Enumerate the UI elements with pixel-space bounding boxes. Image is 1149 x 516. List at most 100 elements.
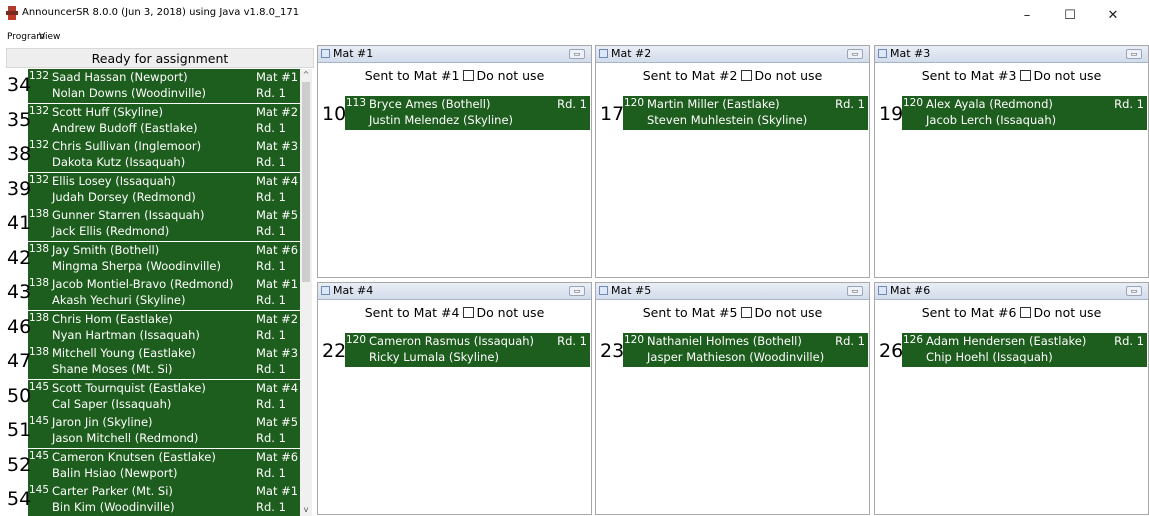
wrestler-top: Chris Sullivan (Inglemoor) (52, 139, 202, 153)
queue-row[interactable]: 50 145 Scott Tournquist (Eastlake) Cal Sape… (6, 379, 306, 414)
minimize-icon[interactable]: ▭ (569, 49, 585, 59)
wrestler-bottom: Bin Kim (Woodinville) (52, 500, 175, 514)
do-not-use-checkbox[interactable] (1020, 70, 1032, 81)
mat-title-bar[interactable]: Mat #1 ▭ (318, 46, 591, 63)
queue-scrollbar[interactable]: ^ v (300, 69, 312, 516)
window-icon (599, 286, 608, 295)
queue-row[interactable]: 46 138 Chris Hom (Eastlake) Nyan Hartman (I… (6, 310, 306, 345)
minimize-icon[interactable]: ▭ (569, 286, 585, 296)
queue-row[interactable]: 39 132 Ellis Losey (Issaquah) Judah Dorsey … (6, 172, 306, 207)
mat-panel-3: Mat #3 ▭ Sent to Mat #3 Do not use 19 120 Alex… (874, 45, 1149, 278)
current-bout[interactable]: 22 120 Cameron Rasmus (Issaquah) Ricky Luma… (321, 333, 590, 367)
queue-row[interactable]: 34 132 Saad Hassan (Newport) Nolan Downs (W… (6, 69, 306, 103)
assigned-mat: Mat #1 (256, 484, 299, 498)
mat-title-bar[interactable]: Mat #6 ▭ (875, 283, 1148, 300)
mat-status: Sent to Mat #6 (921, 305, 1017, 320)
mat-status: Sent to Mat #2 (642, 68, 738, 83)
weight-class: 126 (903, 334, 924, 346)
wrestler-bottom: Jason Mitchell (Redmond) (52, 431, 199, 445)
wrestler-bottom: Ricky Lumala (Skyline) (369, 350, 499, 364)
do-not-use-checkbox[interactable] (741, 307, 753, 318)
wrestler-bottom: Andrew Budoff (Eastlake) (52, 120, 198, 135)
do-not-use-checkbox[interactable] (1020, 307, 1032, 318)
wrestler-top: Cameron Knutsen (Eastlake) (52, 449, 216, 464)
do-not-use-label[interactable]: Do not use (1033, 68, 1101, 83)
bout-number: 34 (6, 69, 32, 103)
queue-row[interactable]: 47 138 Mitchell Young (Eastlake) Shane Mose… (6, 345, 306, 379)
round-label: Rd. 1 (256, 120, 286, 135)
queue-list[interactable]: 34 132 Saad Hassan (Newport) Nolan Downs (W… (6, 69, 314, 516)
queue-row[interactable]: 41 138 Gunner Starren (Issaquah) Jack Ellis… (6, 207, 306, 241)
do-not-use-label[interactable]: Do not use (476, 305, 544, 320)
do-not-use-label[interactable]: Do not use (476, 68, 544, 83)
mat-title: Mat #5 (611, 284, 652, 297)
weight-class: 132 (29, 104, 50, 117)
do-not-use-label[interactable]: Do not use (754, 305, 822, 320)
round-label: Rd. 1 (835, 97, 865, 111)
queue-row[interactable]: 42 138 Jay Smith (Bothell) Mingma Sherpa (W… (6, 241, 306, 276)
round-label: Rd. 1 (1114, 97, 1144, 111)
title-bar: AnnouncerSR 8.0.0 (Jun 3, 2018) using Ja… (0, 0, 1149, 30)
scroll-up-arrow[interactable]: ^ (300, 69, 312, 81)
bout-number-text: 43 (7, 281, 32, 303)
assigned-mat: Mat #3 (256, 139, 299, 153)
bout-number: 50 (6, 379, 31, 414)
bout-number-text: 47 (7, 350, 32, 372)
bout-number-text: 34 (7, 74, 32, 96)
close-button[interactable]: ✕ (1096, 4, 1130, 26)
queue-row[interactable]: 54 145 Carter Parker (Mt. Si) Bin Kim (Wood… (6, 483, 306, 516)
round-label: Rd. 1 (256, 327, 286, 342)
wrestler-top: Alex Ayala (Redmond) (926, 97, 1053, 111)
mat-title-bar[interactable]: Mat #3 ▭ (875, 46, 1148, 63)
current-bout[interactable]: 10 113 Bryce Ames (Bothell) Justin Melendez… (321, 96, 590, 130)
wrestler-bottom: Chip Hoehl (Issaquah) (926, 350, 1053, 364)
wrestler-top: Mitchell Young (Eastlake) (52, 346, 196, 360)
do-not-use-checkbox[interactable] (463, 307, 475, 318)
do-not-use-checkbox[interactable] (463, 70, 475, 81)
minimize-icon[interactable]: ▭ (847, 286, 863, 296)
scroll-thumb[interactable] (302, 82, 310, 282)
round-label: Rd. 1 (557, 334, 587, 348)
bout-number: 38 (6, 138, 31, 172)
weight-class: 113 (346, 97, 367, 109)
wrestler-top: Nathaniel Holmes (Bothell) (647, 334, 802, 348)
minimize-icon[interactable]: ▭ (1126, 286, 1142, 296)
do-not-use-checkbox[interactable] (741, 70, 753, 81)
mat-status: Sent to Mat #3 (921, 68, 1017, 83)
weight-class: 145 (29, 449, 50, 462)
bout-number-text: 42 (7, 246, 32, 269)
wrestler-top: Carter Parker (Mt. Si) (52, 484, 173, 498)
mat-panel-4: Mat #4 ▭ Sent to Mat #4 Do not use 22 120 Came… (317, 282, 592, 515)
assigned-mat: Mat #2 (256, 311, 299, 326)
do-not-use-label[interactable]: Do not use (754, 68, 822, 83)
maximize-button[interactable]: ☐ (1053, 4, 1087, 26)
menu-view[interactable]: View (39, 31, 60, 43)
mat-panel-6: Mat #6 ▭ Sent to Mat #6 Do not use 26 126 Adam… (874, 282, 1149, 515)
current-bout[interactable]: 19 120 Alex Ayala (Redmond) Jacob Lerch (Is… (878, 96, 1147, 130)
mat-title: Mat #1 (333, 47, 374, 60)
do-not-use-label[interactable]: Do not use (1033, 305, 1101, 320)
current-bout[interactable]: 26 126 Adam Hendersen (Eastlake) Chip Hoehl… (878, 333, 1147, 367)
window-icon (599, 49, 608, 58)
minimize-icon[interactable]: ▭ (1126, 49, 1142, 59)
queue-row[interactable]: 52 145 Cameron Knutsen (Eastlake) Balin Hsi… (6, 448, 306, 483)
round-label: Rd. 1 (256, 86, 286, 100)
mat-title-bar[interactable]: Mat #5 ▭ (596, 283, 869, 300)
scroll-down-arrow[interactable]: v (300, 504, 312, 516)
wrestler-top: Scott Tournquist (Eastlake) (52, 380, 206, 395)
assigned-mat: Mat #4 (256, 380, 299, 395)
round-label: Rd. 1 (256, 293, 286, 307)
minimize-icon[interactable]: ▭ (847, 49, 863, 59)
mat-title-bar[interactable]: Mat #2 ▭ (596, 46, 869, 63)
queue-row[interactable]: 35 132 Scott Huff (Skyline) Andrew Budoff (… (6, 103, 306, 138)
app-icon (6, 6, 18, 20)
wrestler-bottom: Dakota Kutz (Issaquah) (52, 155, 186, 169)
queue-row[interactable]: 43 138 Jacob Montiel-Bravo (Redmond) Akash … (6, 276, 306, 310)
wrestler-top: Chris Hom (Eastlake) (52, 311, 173, 326)
queue-row[interactable]: 51 145 Jaron Jin (Skyline) Jason Mitchell (… (6, 414, 306, 448)
mat-title-bar[interactable]: Mat #4 ▭ (318, 283, 591, 300)
minimize-button[interactable]: – (1010, 4, 1044, 26)
current-bout[interactable]: 23 120 Nathaniel Holmes (Bothell) Jasper Ma… (599, 333, 868, 367)
current-bout[interactable]: 17 120 Martin Miller (Eastlake) Steven Muhl… (599, 96, 868, 130)
queue-row[interactable]: 38 132 Chris Sullivan (Inglemoor) Dakota Ku… (6, 138, 306, 172)
